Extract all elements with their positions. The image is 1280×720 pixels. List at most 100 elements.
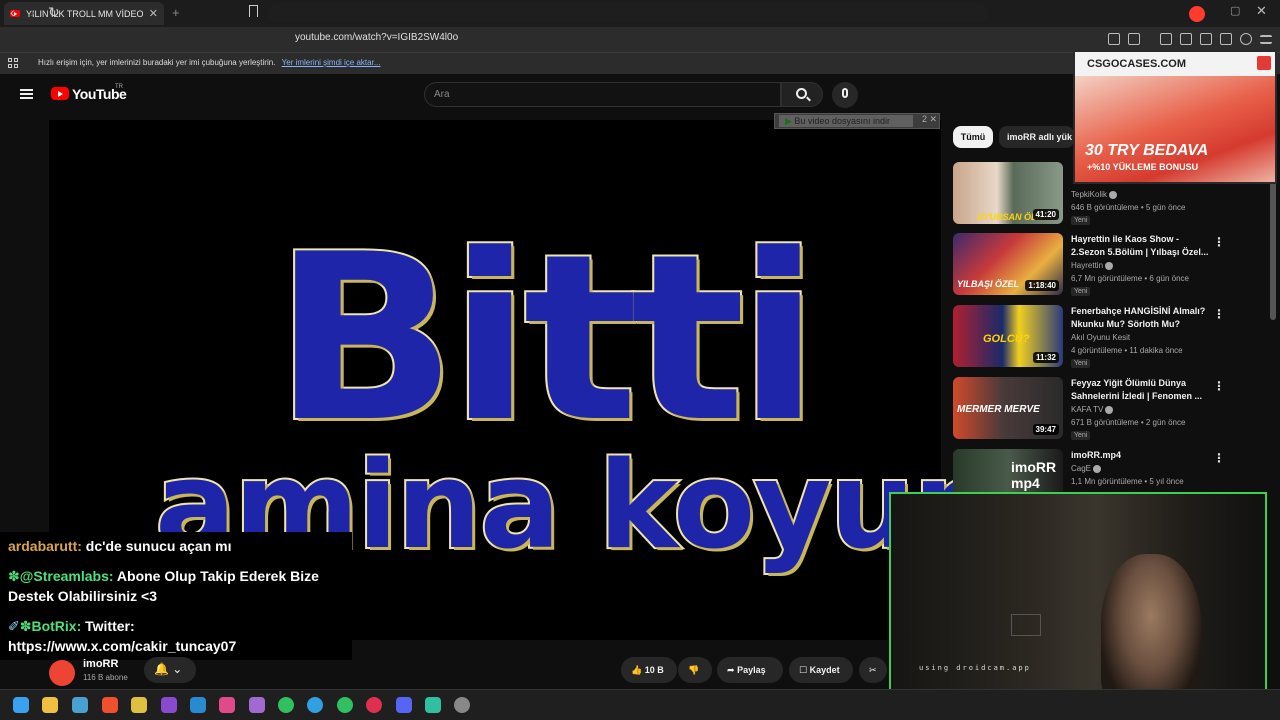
thumb-down-icon: 👎 xyxy=(688,664,700,675)
instagram-icon[interactable] xyxy=(219,697,235,713)
search-placeholder: Ara xyxy=(434,89,450,100)
app-icon[interactable] xyxy=(131,697,147,713)
import-bookmarks-link[interactable]: Yer imlerini şimdi içe aktar... xyxy=(282,58,381,67)
whatsapp-icon[interactable] xyxy=(337,697,353,713)
brave-icon[interactable] xyxy=(102,697,118,713)
youtube-logo-icon[interactable] xyxy=(51,87,69,100)
ai-icon[interactable] xyxy=(1220,33,1232,45)
notification-bell-button[interactable]: 🔔 ⌄ xyxy=(144,657,196,683)
tab-close-icon[interactable]: ✕ xyxy=(149,7,158,20)
hamburger-menu-icon[interactable] xyxy=(20,89,33,99)
app-icon-2[interactable] xyxy=(425,697,441,713)
video-title[interactable]: Feyyaz Yiğit Ölümlü Dünya Sahnelerini İz… xyxy=(1071,377,1211,403)
like-button[interactable]: 👍 10 B xyxy=(621,657,677,683)
video-meta: 6,7 Mn görüntüleme • 6 gün önce xyxy=(1071,274,1189,283)
url-field[interactable] xyxy=(268,3,988,22)
verified-icon xyxy=(1105,261,1114,270)
url-text[interactable]: youtube.com/watch?v=IGIB2SW4l0o xyxy=(295,32,458,43)
search-button[interactable] xyxy=(781,82,823,107)
download-banner[interactable]: Bu video dosyasını indir xyxy=(774,113,940,129)
dislike-button[interactable]: 👎 xyxy=(678,657,712,683)
video-thumbnail[interactable]: GOLCÜ? 11:32 xyxy=(953,305,1063,367)
video-channel[interactable]: KAFA TV xyxy=(1071,405,1114,414)
globe-icon xyxy=(1257,56,1271,70)
video-thumbnail[interactable]: YILBAŞI ÖZEL 1:18:40 xyxy=(953,233,1063,295)
vpn-icon[interactable] xyxy=(1240,33,1252,45)
advertisement-banner[interactable]: CSGOCASES.COM 30 TRY BEDAVA +%10 YÜKLEME… xyxy=(1073,50,1277,184)
back-icon[interactable]: ‹ xyxy=(10,4,15,20)
more-options-icon[interactable]: ⋮ xyxy=(1213,235,1225,249)
video-meta: 671 B görüntüleme • 2 gün önce xyxy=(1071,418,1186,427)
video-title[interactable]: Fenerbahçe HANGİSİNİ Almalı? Nkunku Mu? … xyxy=(1071,305,1211,331)
wallet-icon[interactable] xyxy=(1200,33,1212,45)
filter-chip-user[interactable]: imoRR adlı yük xyxy=(999,126,1074,148)
video-title-line-1: Bitti xyxy=(271,204,822,475)
tab-title: YILIN İLK TROLL MM VİDEOSU - xyxy=(26,8,143,19)
video-channel[interactable]: CagE xyxy=(1071,464,1102,473)
bell-icon: 🔔 xyxy=(154,662,169,676)
scissors-icon: ✂ xyxy=(869,664,877,675)
new-badge: Yeni xyxy=(1071,431,1091,440)
browser-menu-icon[interactable] xyxy=(1260,35,1272,44)
filter-chip-all[interactable]: Tümü xyxy=(953,126,993,148)
wall-frame xyxy=(1011,614,1041,636)
extension-screenshot-icon[interactable] xyxy=(1128,33,1140,45)
chat-message: ardabarutt: dc'de sunucu açan mı xyxy=(8,538,232,554)
webcam-overlay: using droidcam.app xyxy=(889,492,1267,713)
music-icon[interactable] xyxy=(1160,33,1172,45)
window-close-icon[interactable]: ✕ xyxy=(1256,3,1267,19)
minimize-icon[interactable]: ▢ xyxy=(1230,4,1240,17)
file-explorer-icon[interactable] xyxy=(42,697,58,713)
video-title[interactable]: imoRR.mp4 xyxy=(1071,449,1211,462)
feather-icon[interactable] xyxy=(249,697,265,713)
telegram-icon[interactable] xyxy=(307,697,323,713)
channel-name[interactable]: imoRR xyxy=(83,658,118,670)
windows-start-icon[interactable] xyxy=(13,697,29,713)
recommended-video[interactable]: GOLCÜ? 11:32 Fenerbahçe HANGİSİNİ Almalı… xyxy=(953,305,1271,369)
apps-grid-icon[interactable] xyxy=(8,58,18,68)
more-options-icon[interactable]: ⋮ xyxy=(1213,379,1225,393)
video-title[interactable]: Hayrettin ile Kaos Show - 2.Sezon 5.Bölü… xyxy=(1071,233,1211,259)
video-thumbnail[interactable]: UYURSAN ÖLÜ 41:20 xyxy=(953,162,1063,224)
new-tab-icon[interactable]: + xyxy=(172,5,180,20)
clip-button[interactable]: ✂ xyxy=(859,657,887,683)
new-badge: Yeni xyxy=(1071,359,1091,368)
video-channel[interactable]: Hayrettin xyxy=(1071,261,1114,270)
sword-icon: ✐ xyxy=(8,618,20,634)
recommended-video[interactable]: YILBAŞI ÖZEL 1:18:40 Hayrettin ile Kaos … xyxy=(953,233,1271,297)
save-button[interactable]: ☐ Kaydet xyxy=(789,657,853,683)
voice-search-button[interactable] xyxy=(832,82,858,108)
channel-avatar[interactable] xyxy=(49,660,75,686)
visual-studio-icon[interactable] xyxy=(161,697,177,713)
obs-icon[interactable] xyxy=(454,697,470,713)
new-badge: Yeni xyxy=(1071,216,1091,225)
video-channel[interactable]: TepkiKolik xyxy=(1071,190,1118,199)
more-options-icon[interactable]: ⋮ xyxy=(1213,307,1225,321)
vscode-icon[interactable] xyxy=(190,697,206,713)
reload-icon[interactable]: ↻ xyxy=(48,4,60,21)
video-duration: 41:20 xyxy=(1032,209,1059,220)
sidebar-icon[interactable] xyxy=(1180,33,1192,45)
video-meta: 646 B görüntüleme • 5 gün önce xyxy=(1071,203,1186,212)
new-badge: Yeni xyxy=(1071,287,1091,296)
video-duration: 11:32 xyxy=(1032,352,1059,363)
photos-icon[interactable] xyxy=(72,697,88,713)
video-thumbnail[interactable]: MERMER MERVE 39:47 xyxy=(953,377,1063,439)
search-input[interactable] xyxy=(424,82,781,107)
video-channel[interactable]: Akıl Oyunu Kesit xyxy=(1071,333,1130,342)
streamlabs-icon: ✽ xyxy=(8,568,20,584)
microphone-icon xyxy=(842,88,848,98)
share-button[interactable]: ➦ Paylaş xyxy=(717,657,783,683)
discord-icon[interactable] xyxy=(396,697,412,713)
download-banner-text[interactable]: Bu video dosyasını indir xyxy=(779,115,913,127)
recommended-video[interactable]: MERMER MERVE 39:47 Feyyaz Yiğit Ölümlü D… xyxy=(953,377,1271,441)
bookmark-icon[interactable] xyxy=(249,5,258,17)
browser-tab[interactable]: YILIN İLK TROLL MM VİDEOSU - ✕ xyxy=(4,2,164,25)
save-icon: ☐ xyxy=(799,664,808,675)
forward-icon[interactable]: › xyxy=(30,4,35,20)
extension-puzzle-icon[interactable] xyxy=(1108,33,1120,45)
spotify-icon[interactable] xyxy=(278,697,294,713)
stream-chat-overlay: ardabarutt: dc'de sunucu açan mı ✽@Strea… xyxy=(0,532,352,660)
music-app-icon[interactable] xyxy=(366,697,382,713)
more-options-icon[interactable]: ⋮ xyxy=(1213,451,1225,465)
